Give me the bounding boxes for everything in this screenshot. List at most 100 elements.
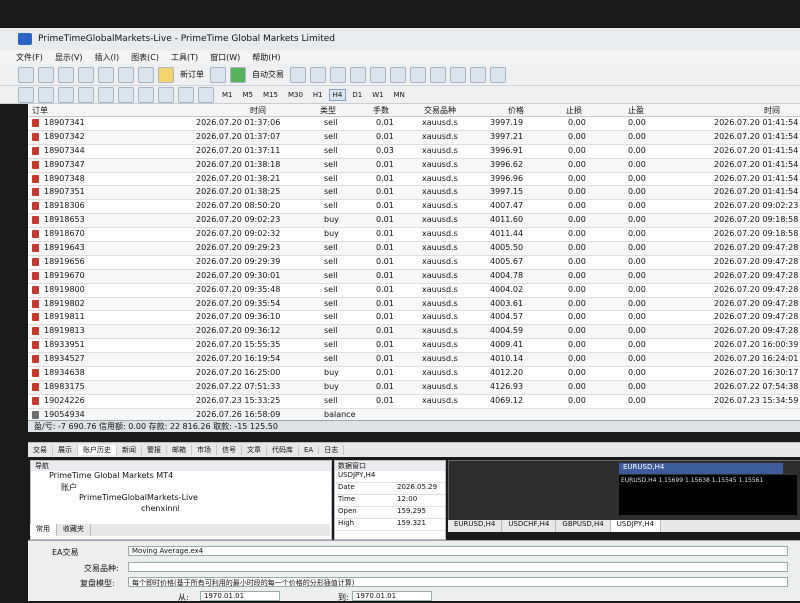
table-row[interactable]: 18983175 2026.07.22 07:51:33 buy 0.01 xauusd… bbox=[28, 380, 800, 395]
header-close-time[interactable]: 时间 bbox=[764, 105, 780, 116]
table-row[interactable]: 18919802 2026.07.20 09:35:54 sell 0.01 xauus… bbox=[28, 297, 800, 312]
timeframe-h1[interactable]: H1 bbox=[309, 89, 327, 101]
symbol-select[interactable] bbox=[128, 562, 788, 572]
table-row[interactable]: 18934527 2026.07.20 16:19:54 sell 0.01 xauus… bbox=[28, 353, 800, 368]
table-row[interactable]: 19054934 2026.07.26 16:58:09 balance bbox=[28, 408, 800, 420]
candle-chart-icon[interactable] bbox=[310, 66, 326, 83]
menu-charts[interactable]: 图表(C) bbox=[131, 52, 159, 63]
tab-common[interactable]: 常用 bbox=[30, 524, 57, 536]
tab-exposure[interactable]: 展示 bbox=[53, 445, 78, 455]
table-row[interactable]: 18918670 2026.07.20 09:02:32 buy 0.01 xauusd… bbox=[28, 228, 800, 243]
trendline-icon[interactable] bbox=[98, 86, 114, 103]
header-time[interactable]: 时间 bbox=[250, 105, 266, 116]
channel-icon[interactable] bbox=[118, 86, 134, 103]
header-lots[interactable]: 手数 bbox=[373, 105, 389, 116]
autoscroll-icon[interactable] bbox=[410, 66, 426, 83]
horizontal-line-icon[interactable] bbox=[78, 86, 94, 103]
menu-insert[interactable]: 插入(I) bbox=[95, 52, 120, 63]
arrows-icon[interactable] bbox=[198, 86, 214, 103]
templates-icon[interactable] bbox=[490, 66, 506, 83]
menu-file[interactable]: 文件(F) bbox=[16, 52, 43, 63]
bar-chart-icon[interactable] bbox=[290, 66, 306, 83]
table-row[interactable]: 18918653 2026.07.20 09:02:23 buy 0.01 xauusd… bbox=[28, 214, 800, 229]
table-row[interactable]: 18933951 2026.07.20 15:55:35 sell 0.01 xauus… bbox=[28, 339, 800, 354]
profiles-icon[interactable] bbox=[38, 66, 54, 83]
menu-tools[interactable]: 工具(T) bbox=[171, 52, 198, 63]
indicators-icon[interactable] bbox=[450, 66, 466, 83]
menu-window[interactable]: 窗口(W) bbox=[210, 52, 240, 63]
label-icon[interactable] bbox=[178, 86, 194, 103]
chart-area[interactable]: EURUSD,H4 EURUSD,H4 1.15699 1.15638 1.15… bbox=[448, 460, 800, 522]
timeframe-w1[interactable]: W1 bbox=[368, 89, 387, 101]
table-row[interactable]: 18919656 2026.07.20 09:29:39 sell 0.01 xauus… bbox=[28, 256, 800, 270]
table-row[interactable]: 18919813 2026.07.20 09:36:12 sell 0.01 xauus… bbox=[28, 325, 800, 340]
table-row[interactable]: 18907348 2026.07.20 01:38:21 sell 0.01 xauus… bbox=[28, 173, 800, 187]
navigator-user[interactable]: chenxinni bbox=[31, 504, 331, 515]
chart-tab-eurusd[interactable]: EURUSD,H4 bbox=[448, 520, 503, 532]
periods-icon[interactable] bbox=[470, 66, 486, 83]
timeframe-mn[interactable]: MN bbox=[390, 89, 409, 101]
tab-news[interactable]: 新闻 bbox=[117, 445, 142, 455]
table-row[interactable]: 18919800 2026.07.20 09:35:48 sell 0.01 xauus… bbox=[28, 284, 800, 298]
navigator-icon[interactable] bbox=[98, 66, 114, 83]
menu-view[interactable]: 显示(V) bbox=[55, 52, 83, 63]
ea-select[interactable]: Moving Average.ex4 bbox=[128, 546, 788, 556]
model-select[interactable]: 每个即时价格(基于所有可利用的最小时段的每一个价格的分形插值计算) bbox=[128, 577, 788, 587]
crosshair-icon[interactable] bbox=[38, 86, 54, 103]
new-chart-icon[interactable] bbox=[18, 66, 34, 83]
tab-mailbox[interactable]: 邮箱 bbox=[167, 445, 192, 455]
chart-window-title[interactable]: EURUSD,H4 bbox=[619, 463, 783, 474]
tab-market[interactable]: 市场 bbox=[192, 445, 217, 455]
zoom-in-icon[interactable] bbox=[350, 66, 366, 83]
tester-icon[interactable] bbox=[138, 66, 154, 83]
table-row[interactable]: 18907344 2026.07.20 01:37:11 sell 0.03 xauus… bbox=[28, 145, 800, 159]
cursor-icon[interactable] bbox=[18, 86, 34, 103]
tab-experts[interactable]: EA bbox=[299, 446, 320, 454]
table-row[interactable]: 18907342 2026.07.20 01:37:07 sell 0.01 xauus… bbox=[28, 130, 800, 145]
header-price[interactable]: 价格 bbox=[508, 105, 524, 116]
tab-trade[interactable]: 交易 bbox=[28, 445, 53, 455]
timeframe-m30[interactable]: M30 bbox=[284, 89, 307, 101]
vertical-line-icon[interactable] bbox=[58, 86, 74, 103]
timeframe-m15[interactable]: M15 bbox=[259, 89, 282, 101]
text-icon[interactable] bbox=[158, 86, 174, 103]
line-chart-icon[interactable] bbox=[330, 66, 346, 83]
tab-alerts[interactable]: 警报 bbox=[142, 445, 167, 455]
tab-favorites[interactable]: 收藏夹 bbox=[57, 524, 91, 536]
navigator-accounts[interactable]: 账户 bbox=[31, 482, 331, 493]
timeframe-h4[interactable]: H4 bbox=[328, 88, 347, 101]
header-sl[interactable]: 止损 bbox=[566, 105, 582, 116]
chart-tab-gbpusd[interactable]: GBPUSD,H4 bbox=[556, 520, 611, 532]
table-row[interactable]: 18907347 2026.07.20 01:38:18 sell 0.01 xauus… bbox=[28, 158, 800, 173]
terminal-icon[interactable] bbox=[118, 66, 134, 83]
table-row[interactable]: 18907351 2026.07.20 01:38:25 sell 0.01 xauus… bbox=[28, 186, 800, 201]
auto-trading-button[interactable]: 自动交易 bbox=[252, 69, 284, 80]
table-row[interactable]: 18919643 2026.07.20 09:29:23 sell 0.01 xauus… bbox=[28, 242, 800, 256]
market-watch-icon[interactable] bbox=[58, 66, 74, 83]
timeframe-d1[interactable]: D1 bbox=[348, 89, 366, 101]
tile-windows-icon[interactable] bbox=[390, 66, 406, 83]
table-row[interactable]: 18919670 2026.07.20 09:30:01 sell 0.01 xauus… bbox=[28, 269, 800, 284]
header-type[interactable]: 类型 bbox=[320, 105, 336, 116]
chart-shift-icon[interactable] bbox=[430, 66, 446, 83]
chart-tab-usdchf[interactable]: USDCHF,H4 bbox=[502, 520, 557, 532]
table-row[interactable]: 18919811 2026.07.20 09:36:10 sell 0.01 xauus… bbox=[28, 311, 800, 326]
table-row[interactable]: 19024226 2026.07.23 15:33:25 sell 0.01 xauus… bbox=[28, 395, 800, 409]
header-order[interactable]: 订单 bbox=[32, 105, 48, 116]
zoom-out-icon[interactable] bbox=[370, 66, 386, 83]
table-row[interactable]: 18918306 2026.07.20 08:50:20 sell 0.01 xauus… bbox=[28, 200, 800, 215]
navigator-server[interactable]: PrimeTimeGlobalMarkets-Live bbox=[31, 493, 331, 504]
table-row[interactable]: 18907341 2026.07.20 01:37:06 sell 0.01 xauus… bbox=[28, 117, 800, 131]
tab-code-base[interactable]: 代码库 bbox=[267, 445, 299, 455]
navigator-root[interactable]: PrimeTime Global Markets MT4 bbox=[31, 471, 331, 482]
tab-signals[interactable]: 信号 bbox=[217, 445, 242, 455]
menu-help[interactable]: 帮助(H) bbox=[252, 52, 280, 63]
tab-account-history[interactable]: 账户历史 bbox=[78, 445, 117, 455]
metaeditor-icon[interactable] bbox=[210, 66, 226, 83]
fibonacci-icon[interactable] bbox=[138, 86, 154, 103]
tab-articles[interactable]: 文章 bbox=[242, 445, 267, 455]
data-window-icon[interactable] bbox=[78, 66, 94, 83]
timeframe-m1[interactable]: M1 bbox=[218, 89, 237, 101]
header-symbol[interactable]: 交易品种 bbox=[424, 105, 456, 116]
timeframe-m5[interactable]: M5 bbox=[239, 89, 258, 101]
